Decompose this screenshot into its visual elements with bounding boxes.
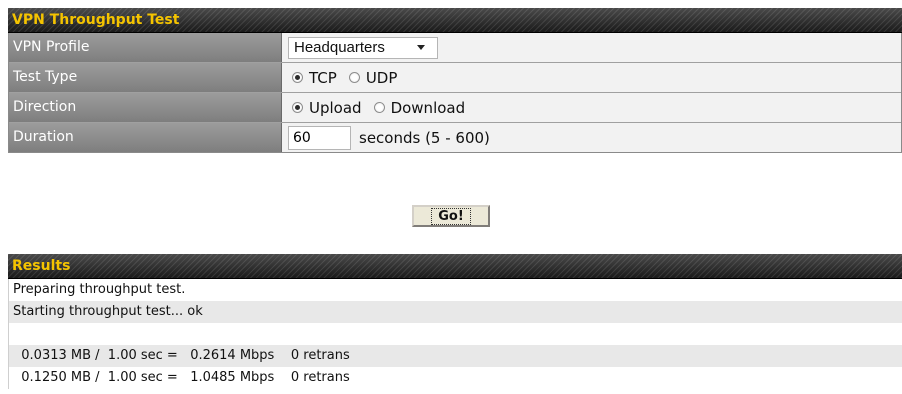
results-panel: Results Preparing throughput test. Start…: [8, 254, 902, 389]
result-line: 0.1250 MB / 1.00 sec = 1.0485 Mbps 0 ret…: [9, 367, 902, 389]
vpn-profile-select[interactable]: Headquarters: [288, 36, 438, 59]
results-log: Preparing throughput test. Starting thro…: [8, 279, 902, 389]
tcp-radio[interactable]: [292, 72, 303, 83]
row-duration: Duration seconds (5 - 600): [9, 122, 901, 152]
download-radio-label[interactable]: Download: [391, 99, 466, 117]
duration-label: Duration: [9, 123, 282, 152]
vpn-throughput-test-panel: VPN Throughput Test VPN Profile Headquar…: [8, 8, 902, 153]
row-vpn-profile: VPN Profile Headquarters: [9, 33, 901, 62]
go-button-label: Go!: [431, 208, 471, 225]
test-type-label: Test Type: [9, 63, 282, 92]
result-line: [9, 323, 902, 345]
vpn-profile-selected-value: Headquarters: [294, 39, 385, 56]
results-panel-title: Results: [8, 254, 902, 279]
chevron-down-icon: [417, 45, 425, 50]
result-line: 0.0313 MB / 1.00 sec = 0.2614 Mbps 0 ret…: [9, 345, 902, 367]
vpn-settings-table: VPN Profile Headquarters Test Type TCP U…: [8, 33, 902, 153]
result-line: Starting throughput test... ok: [9, 301, 902, 323]
upload-radio-label[interactable]: Upload: [309, 99, 362, 117]
direction-cell: Upload Download: [282, 93, 901, 122]
vpn-profile-label: VPN Profile: [9, 33, 282, 62]
duration-input[interactable]: [288, 125, 351, 150]
result-line: Preparing throughput test.: [9, 279, 902, 301]
test-type-cell: TCP UDP: [282, 63, 901, 92]
udp-radio[interactable]: [348, 72, 360, 83]
vpn-panel-title: VPN Throughput Test: [8, 8, 902, 33]
row-direction: Direction Upload Download: [9, 92, 901, 122]
row-test-type: Test Type TCP UDP: [9, 62, 901, 92]
tcp-radio-label[interactable]: TCP: [309, 69, 337, 87]
go-button-container: Go!: [0, 205, 902, 227]
direction-label: Direction: [9, 93, 282, 122]
duration-cell: seconds (5 - 600): [282, 123, 901, 152]
go-button[interactable]: Go!: [412, 205, 490, 227]
vpn-profile-cell: Headquarters: [282, 33, 901, 62]
download-radio[interactable]: [373, 102, 385, 113]
udp-radio-label[interactable]: UDP: [366, 69, 398, 87]
upload-radio[interactable]: [292, 102, 303, 113]
duration-hint: seconds (5 - 600): [359, 128, 490, 147]
